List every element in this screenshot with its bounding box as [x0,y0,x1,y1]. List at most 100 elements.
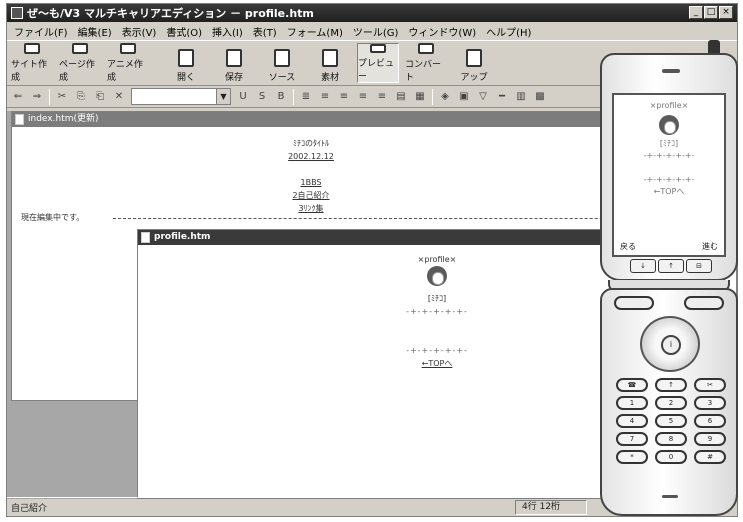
upload-button[interactable]: アップ [453,43,495,83]
menu-insert[interactable]: 挿入(I) [207,24,248,39]
site-create-icon [24,43,40,54]
screen-name: [ﾐﾁｺ] [659,139,679,148]
strike-button[interactable]: S [255,90,269,103]
menu-view[interactable]: 表示(V) [117,24,162,39]
window-title: ぜ〜も/V3 マルチキャリアエディション － profile.htm [27,7,314,20]
key-hash[interactable]: # [694,450,726,464]
title-bar[interactable]: ぜ〜も/V3 マルチキャリアエディション － profile.htm [7,4,737,22]
save-button[interactable]: 保存 [213,43,255,83]
screen-header: ×profile× [649,101,689,110]
screen-top-link[interactable]: ←TOPへ [614,186,724,198]
key-9[interactable]: 9 [694,432,726,446]
close-button[interactable]: × [719,6,733,19]
form-icon[interactable]: ▽ [476,90,490,103]
phone-screen: ×profile× [ﾐﾁｺ] -+-+-+-+-+- -+-+-+-+-+- … [612,93,726,257]
links-link[interactable]: 3ﾘﾝｸ集 [12,202,610,215]
anime-create-button[interactable]: アニメ作成 [107,43,149,83]
minimize-button[interactable]: _ [689,6,703,19]
menu-file[interactable]: ファイル(F) [9,24,73,39]
key-3[interactable]: 3 [694,396,726,410]
style-combo[interactable]: ▼ [131,88,231,105]
screen-avatar [659,115,679,135]
speaker-icon [662,69,680,73]
phone-lower-body: i ☎ ↑ ✂ 1 2 3 4 5 6 7 8 9 * 0 # [600,288,738,516]
key-2[interactable]: 2 [655,396,687,410]
forward-icon[interactable]: ⇒ [30,90,44,103]
emoji-icon[interactable]: ▩ [533,90,547,103]
convert-button[interactable]: コンバート [405,43,447,83]
anime-create-icon [120,43,136,54]
hr-icon[interactable]: ━ [495,90,509,103]
underline-button[interactable]: U [236,90,250,103]
bold-button[interactable]: B [274,90,288,103]
menu-bar: ファイル(F) 編集(E) 表示(V) 書式(O) 挿入(I) 表(T) フォー… [7,22,737,40]
frame-icon[interactable]: ▣ [457,90,471,103]
screen-divider: -+-+-+-+-+- [643,175,695,184]
scroll-down-button[interactable]: ↓ [630,259,656,273]
site-create-button[interactable]: サイト作成 [11,43,53,83]
list-icon[interactable]: ≡ [356,90,370,103]
table-icon[interactable]: ▤ [394,90,408,103]
paste-icon[interactable]: ⎗ [93,90,107,103]
bbs-link[interactable]: 1BBS [12,176,610,189]
preview-button[interactable]: プレビュー [357,43,399,83]
menu-tools[interactable]: ツール(G) [348,24,404,39]
left-soft-key[interactable] [614,296,654,310]
up-key[interactable]: ↑ [655,378,687,392]
avatar [427,266,447,286]
window-controls: _ □ × [689,6,733,19]
screen-menu-button[interactable]: ⊟ [686,259,712,273]
cut-icon[interactable]: ✂ [55,90,69,103]
menu-window[interactable]: ウィンドウ(W) [403,24,481,39]
save-icon [226,49,242,67]
scroll-up-button[interactable]: ↑ [658,259,684,273]
source-button[interactable]: ソース [261,43,303,83]
softkey-back[interactable]: 戻る [620,241,636,252]
key-0[interactable]: 0 [655,450,687,464]
upload-icon [466,49,482,67]
phone-preview: ×profile× [ﾐﾁｺ] -+-+-+-+-+- -+-+-+-+-+- … [598,40,742,516]
indent-icon[interactable]: ≡ [375,90,389,103]
key-star[interactable]: * [616,450,648,464]
date-line[interactable]: 2002.12.12 [12,150,610,163]
cols-icon[interactable]: ▥ [514,90,528,103]
align-right-icon[interactable]: ≡ [337,90,351,103]
self-intro-link[interactable]: 2自己紹介 [12,189,610,202]
index-window-title[interactable]: index.htm(更新) [12,112,610,127]
call-key[interactable]: ☎ [616,378,648,392]
menu-edit[interactable]: 編集(E) [73,24,117,39]
key-7[interactable]: 7 [616,432,648,446]
right-soft-key[interactable] [684,296,724,310]
menu-table[interactable]: 表(T) [248,24,282,39]
softkey-forward[interactable]: 進む [702,241,718,252]
align-left-icon[interactable]: ≣ [299,90,313,103]
menu-help[interactable]: ヘルプ(H) [481,24,536,39]
dpad[interactable]: i [640,316,700,372]
image-icon[interactable]: ◈ [438,90,452,103]
maximize-button[interactable]: □ [704,6,718,19]
delete-icon[interactable]: ✕ [112,90,126,103]
dpad-center-button[interactable]: i [661,335,681,355]
chevron-down-icon[interactable]: ▼ [216,89,230,104]
end-key[interactable]: ✂ [694,378,726,392]
key-8[interactable]: 8 [655,432,687,446]
back-icon[interactable]: ⇐ [11,90,25,103]
align-center-icon[interactable]: ≡ [318,90,332,103]
document-icon [15,114,24,125]
grid-icon[interactable]: ▦ [413,90,427,103]
material-button[interactable]: 素材 [309,43,351,83]
page-create-button[interactable]: ページ作成 [59,43,101,83]
source-icon [274,49,290,67]
menu-form[interactable]: フォーム(M) [282,24,348,39]
menu-format[interactable]: 書式(O) [161,24,207,39]
key-5[interactable]: 5 [655,414,687,428]
copy-icon[interactable]: ⎘ [74,90,88,103]
key-1[interactable]: 1 [616,396,648,410]
key-6[interactable]: 6 [694,414,726,428]
open-button[interactable]: 開く [165,43,207,83]
page-create-icon [72,43,88,54]
key-4[interactable]: 4 [616,414,648,428]
keypad: ☎ ↑ ✂ 1 2 3 4 5 6 7 8 9 * 0 # [616,378,726,468]
phone-upper-body: ×profile× [ﾐﾁｺ] -+-+-+-+-+- -+-+-+-+-+- … [600,53,738,281]
marquee-text: 現在編集中です。 [21,212,693,223]
